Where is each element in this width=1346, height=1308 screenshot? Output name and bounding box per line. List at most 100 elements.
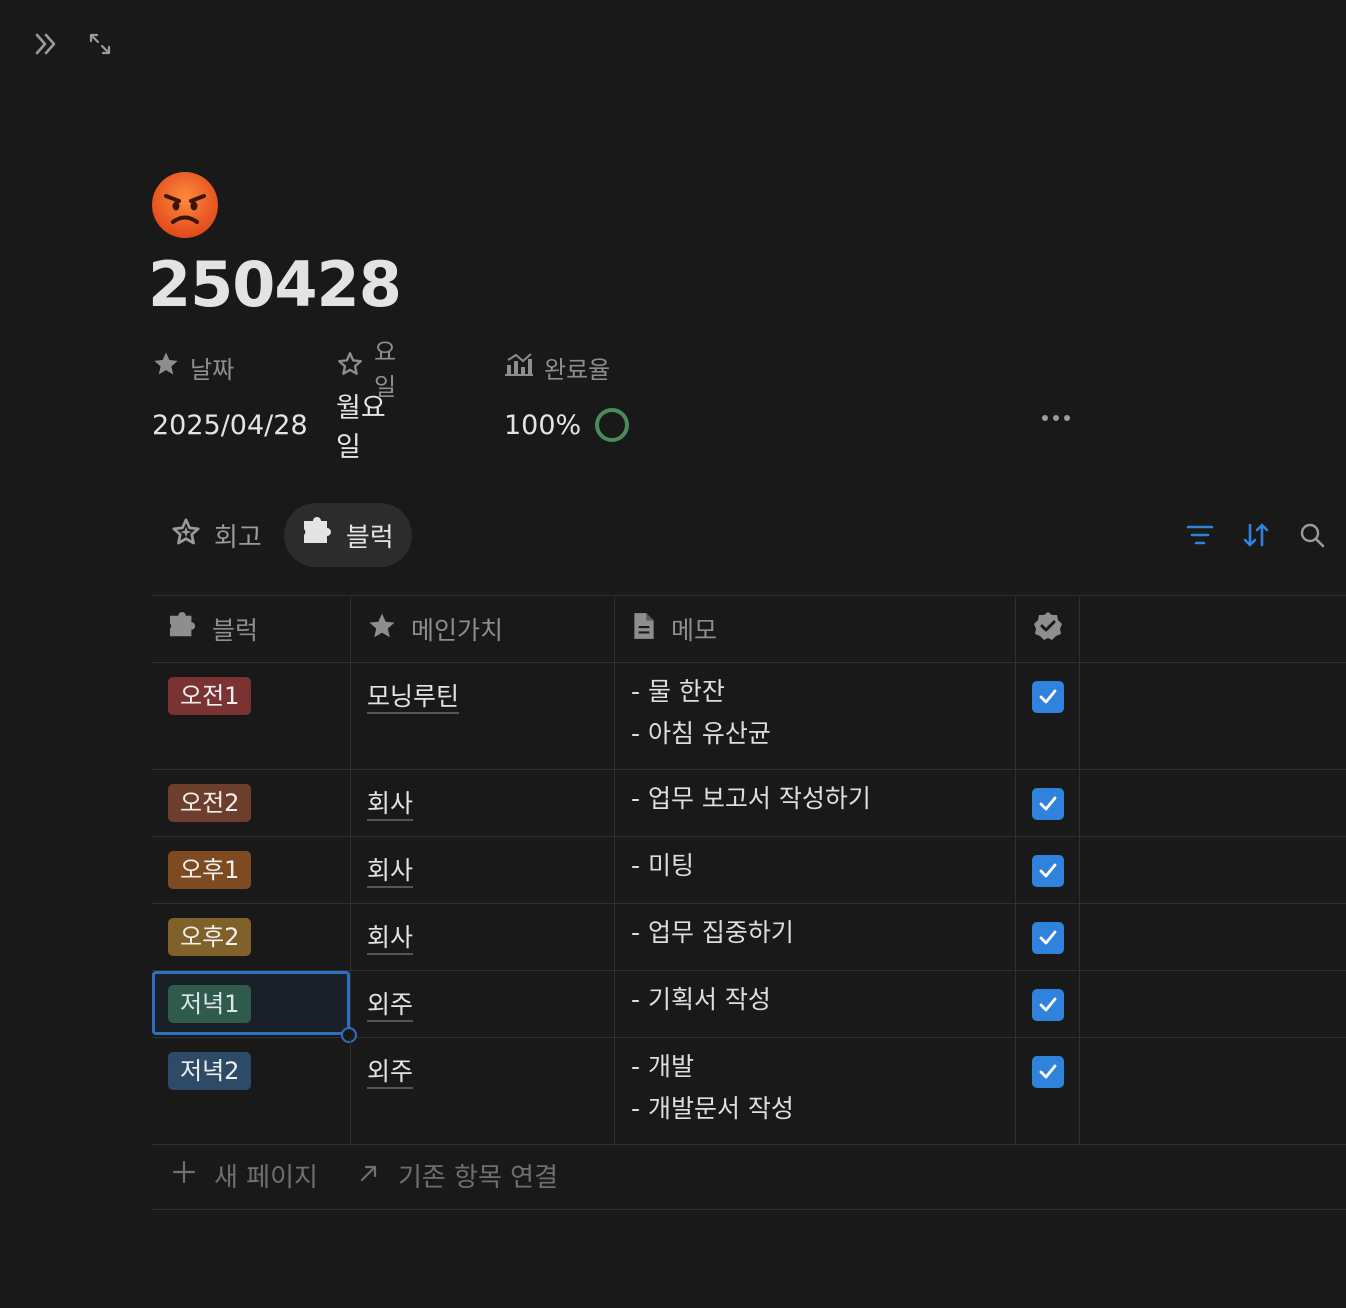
empty-cell: [1080, 837, 1346, 903]
column-header-done[interactable]: [1016, 596, 1080, 662]
block-cell[interactable]: 오후1: [152, 837, 351, 903]
more-options-icon[interactable]: [1036, 403, 1076, 433]
tab-label: 블럭: [345, 522, 394, 553]
main-value-link[interactable]: 외주: [367, 1057, 414, 1089]
table-row[interactable]: 오후1 회사 - 미팅: [152, 837, 1346, 904]
memo-cell[interactable]: - 기획서 작성: [615, 971, 1016, 1037]
empty-cell: [1080, 904, 1346, 970]
blocks-table: 블럭 메인가치 메모 오전1 모닝루틴 - 물 한잔 - 아침 유산균오전2 회사 - 업…: [152, 595, 1346, 1145]
main-value-cell[interactable]: 모닝루틴: [351, 663, 615, 769]
done-cell: [1016, 971, 1080, 1037]
search-icon[interactable]: [1294, 514, 1330, 556]
property-completion[interactable]: 완료율 100%: [504, 350, 1070, 447]
block-cell[interactable]: 저녁1: [152, 971, 351, 1037]
tab-retrospective[interactable]: 회고: [152, 503, 280, 567]
done-checkbox[interactable]: [1032, 855, 1064, 887]
column-label: 메모: [671, 616, 718, 645]
property-date[interactable]: 날짜 2025/04/28: [152, 350, 308, 447]
done-checkbox[interactable]: [1032, 922, 1064, 954]
table-footer: 새 페이지 기존 항목 연결: [152, 1142, 1346, 1210]
main-value-link[interactable]: 외주: [367, 990, 414, 1022]
column-header-block[interactable]: 블럭: [152, 596, 351, 662]
table-row[interactable]: 오후2 회사 - 업무 집중하기: [152, 904, 1346, 971]
puzzle-icon: [302, 516, 334, 554]
empty-cell: [1080, 770, 1346, 836]
main-value-link[interactable]: 모닝루틴: [367, 682, 460, 714]
checkmark-icon: [1039, 796, 1057, 811]
memo-cell[interactable]: - 물 한잔 - 아침 유산균: [615, 663, 1016, 769]
done-cell: [1016, 904, 1080, 970]
main-value-link[interactable]: 회사: [367, 789, 414, 821]
table-row[interactable]: 오전2 회사 - 업무 보고서 작성하기: [152, 770, 1346, 837]
column-label: 블럭: [212, 616, 259, 645]
arrow-up-right-icon: [358, 1161, 380, 1191]
filter-icon[interactable]: [1182, 514, 1218, 556]
checkmark-icon: [1039, 930, 1057, 945]
memo-line: - 미팅: [631, 851, 694, 880]
done-checkbox[interactable]: [1032, 788, 1064, 820]
column-header-main-value[interactable]: 메인가치: [351, 596, 615, 662]
property-weekday[interactable]: 요일 월요일: [336, 338, 396, 463]
main-value-cell[interactable]: 외주: [351, 971, 615, 1037]
block-tag: 저녁2: [168, 1052, 252, 1090]
main-value-link[interactable]: 회사: [367, 856, 414, 888]
memo-line: - 기획서 작성: [631, 985, 771, 1014]
sort-icon[interactable]: [1238, 514, 1274, 556]
done-cell: [1016, 770, 1080, 836]
memo-cell[interactable]: - 개발 - 개발문서 작성: [615, 1038, 1016, 1144]
memo-cell[interactable]: - 업무 보고서 작성하기: [615, 770, 1016, 836]
memo-cell[interactable]: - 업무 집중하기: [615, 904, 1016, 970]
column-header-memo[interactable]: 메모: [615, 596, 1016, 662]
done-checkbox[interactable]: [1032, 989, 1064, 1021]
column-label: 메인가치: [411, 616, 504, 645]
checkmark-icon: [1039, 863, 1057, 878]
block-cell[interactable]: 오전1: [152, 663, 351, 769]
empty-cell: [1080, 1038, 1346, 1144]
tab-blocks[interactable]: 블럭: [283, 503, 412, 567]
memo-cell[interactable]: - 미팅: [615, 837, 1016, 903]
top-bar: [30, 28, 116, 60]
column-header-empty: [1080, 596, 1346, 662]
block-cell[interactable]: 오전2: [152, 770, 351, 836]
block-cell[interactable]: 저녁2: [152, 1038, 351, 1144]
done-cell: [1016, 837, 1080, 903]
main-value-cell[interactable]: 회사: [351, 770, 615, 836]
table-row[interactable]: 오전1 모닝루틴 - 물 한잔 - 아침 유산균: [152, 663, 1346, 770]
expand-icon[interactable]: [84, 28, 116, 60]
block-tag: 오후1: [168, 851, 252, 889]
memo-line: - 개발문서 작성: [631, 1094, 794, 1123]
document-icon: [631, 611, 657, 647]
block-tag: 오전2: [168, 784, 252, 822]
main-value-cell[interactable]: 회사: [351, 837, 615, 903]
new-page-button[interactable]: 새 페이지: [172, 1157, 318, 1194]
done-cell: [1016, 1038, 1080, 1144]
block-tag: 저녁1: [168, 985, 252, 1023]
property-label: 날짜: [190, 355, 235, 384]
chart-icon: [504, 350, 534, 384]
main-value-link[interactable]: 회사: [367, 923, 414, 955]
table-row[interactable]: 저녁2 외주 - 개발 - 개발문서 작성: [152, 1038, 1346, 1145]
page-title[interactable]: 250428: [148, 248, 402, 321]
view-tabs: 회고 블럭: [152, 503, 412, 567]
star-filled-icon: [152, 350, 180, 384]
link-existing-label: 기존 항목 연결: [397, 1163, 559, 1193]
angry-face-icon[interactable]: [151, 171, 219, 239]
block-cell[interactable]: 오후2: [152, 904, 351, 970]
property-value: 100%: [504, 409, 582, 441]
done-checkbox[interactable]: [1032, 681, 1064, 713]
empty-cell: [1080, 663, 1346, 769]
tab-label: 회고: [214, 522, 262, 553]
star-outline-icon: [336, 350, 364, 384]
main-value-cell[interactable]: 회사: [351, 904, 615, 970]
property-value[interactable]: 월요일: [336, 386, 396, 464]
checkmark-icon: [1039, 689, 1057, 704]
property-label: 완료율: [544, 355, 611, 384]
checkmark-icon: [1039, 997, 1057, 1012]
collapse-sidebar-icon[interactable]: [30, 28, 62, 60]
property-value[interactable]: 2025/04/28: [152, 410, 308, 441]
table-row[interactable]: 저녁1 외주 - 기획서 작성: [152, 971, 1346, 1043]
main-value-cell[interactable]: 외주: [351, 1038, 615, 1144]
block-tag: 오후2: [168, 918, 252, 956]
link-existing-button[interactable]: 기존 항목 연결: [358, 1157, 558, 1194]
done-checkbox[interactable]: [1032, 1056, 1064, 1088]
